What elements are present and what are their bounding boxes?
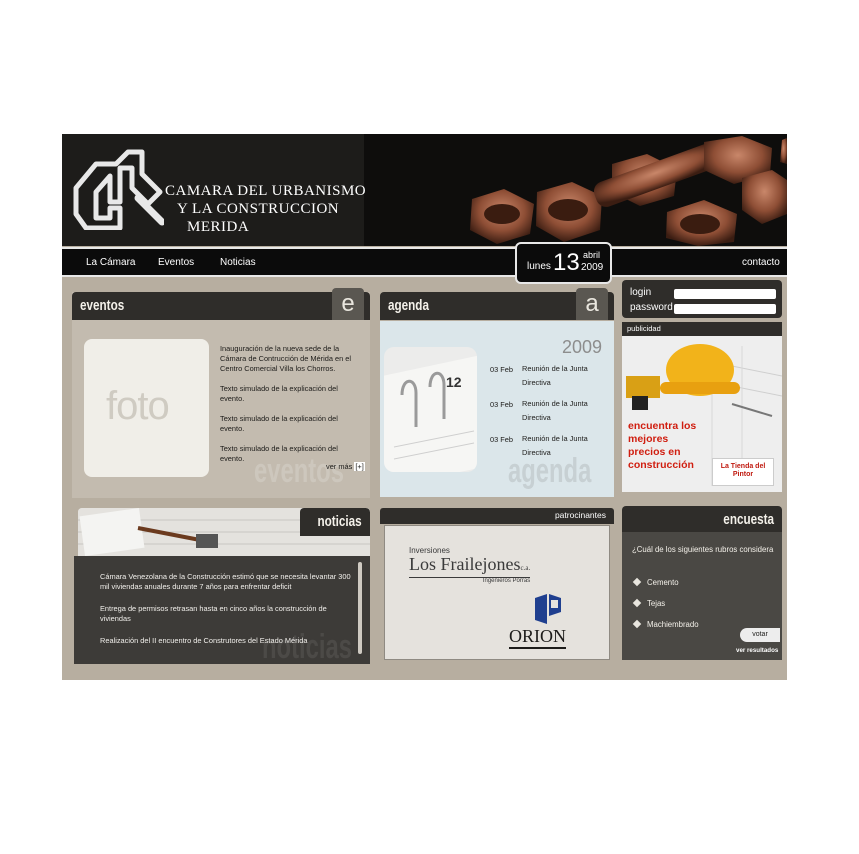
encuesta-option-tejas[interactable]: Tejas (632, 598, 666, 608)
reflection-fade (62, 682, 787, 832)
main-nav: La Cámara Eventos Noticias contacto (62, 247, 787, 277)
news-item-1[interactable]: Cámara Venezolana de la Construcción est… (100, 572, 358, 592)
encuesta-option-cemento[interactable]: Cemento (632, 577, 679, 587)
agenda-date-3: 03 Feb (490, 435, 514, 444)
agenda-header: agenda a (380, 288, 614, 320)
option-label: Cemento (647, 578, 679, 587)
orion-emblem-icon (535, 594, 561, 624)
agenda-date-1: 03 Feb (490, 365, 514, 374)
encuesta-option-machiembrado[interactable]: Machiembrado (632, 619, 699, 629)
calendar-photo: 12 (384, 347, 477, 472)
eventos-letter-icon: e (332, 288, 364, 320)
website-frame: CAMARA DEL URBANISMO Y LA CONSTRUCCION M… (62, 134, 787, 680)
agenda-desc-3[interactable]: Reunión de la Junta Directiva (522, 432, 602, 460)
noticias-header-image: noticias (78, 508, 370, 556)
agenda-title: agenda (388, 297, 429, 314)
date-month: abril (583, 250, 601, 260)
votar-button[interactable]: votar (740, 628, 780, 642)
event-photo-placeholder: foto (84, 339, 209, 477)
nav-contacto[interactable]: contacto (742, 257, 780, 268)
noticias-watermark: noticias (262, 628, 352, 666)
nav-la-camara[interactable]: La Cámara (86, 257, 135, 268)
agenda-desc-2[interactable]: Reunión de la Junta Directiva (522, 397, 602, 425)
encuesta-title: encuesta (723, 511, 774, 528)
svg-text:12: 12 (446, 374, 462, 390)
sponsor1-name: Los Frailejones (409, 554, 521, 574)
encuesta-header: encuesta (622, 506, 782, 534)
publicidad-ad[interactable]: encuentra los mejores precios en constru… (622, 336, 782, 492)
eventos-more-label: ver más (326, 462, 353, 471)
noticias-title: noticias (317, 513, 362, 530)
patrocinantes-panel: Inversiones Los Frailejonesc.a. Ingenier… (384, 525, 610, 660)
eventos-header: eventos e (72, 288, 370, 320)
date-day: 13 (553, 249, 580, 276)
event-item-1[interactable]: Inauguración de la nueva sede de la Cáma… (220, 344, 355, 374)
password-input[interactable] (674, 304, 776, 314)
event-item-3[interactable]: Texto simulado de la explicación del eve… (220, 414, 355, 434)
header-banner: CAMARA DEL URBANISMO Y LA CONSTRUCCION M… (62, 134, 787, 246)
option-label: Tejas (647, 599, 666, 608)
noticias-list: Cámara Venezolana de la Construcción est… (74, 556, 370, 666)
eventos-title: eventos (80, 297, 125, 314)
logo-text: CAMARA DEL URBANISMO Y LA CONSTRUCCION M… (165, 182, 366, 236)
logo-line-1: CAMARA DEL URBANISMO (165, 183, 367, 199)
bullet-icon (632, 577, 642, 587)
eventos-more-link[interactable]: ver más [+] (326, 462, 365, 471)
ver-resultados-link[interactable]: ver resultados (736, 647, 778, 654)
encuesta-question: ¿Cuál de los siguientes rubros considera (632, 545, 774, 554)
date-display: lunes 13 abril 2009 (515, 242, 612, 284)
event-item-2[interactable]: Texto simulado de la explicación del eve… (220, 384, 355, 404)
login-input[interactable] (674, 289, 776, 299)
nav-noticias[interactable]: Noticias (220, 257, 256, 268)
orion-logo[interactable]: ORION (509, 592, 589, 652)
publicidad-header: publicidad (622, 322, 782, 336)
encuesta-panel: ¿Cuál de los siguientes rubros considera… (622, 532, 782, 660)
bolts-banner-image (470, 136, 787, 246)
login-box: login password (622, 280, 782, 318)
date-year: 2009 (581, 262, 604, 273)
ad-text: encuentra los mejores precios en constru… (628, 420, 697, 471)
plus-icon: [+] (354, 462, 365, 471)
logo-line-2: Y LA CONSTRUCCION (177, 201, 340, 217)
page-reflection (62, 682, 787, 832)
login-label: login (630, 287, 652, 298)
foto-label: foto (106, 384, 170, 428)
option-label: Machiembrado (647, 620, 699, 629)
event-item-4[interactable]: Texto simulado de la explicación del eve… (220, 444, 355, 464)
la-tienda-del-pintor-logo: La Tienda del Pintor (712, 458, 774, 486)
patrocinantes-title: patrocinantes (554, 510, 606, 520)
noticias-scrollbar[interactable] (358, 562, 362, 654)
chamber-logo-icon (73, 149, 164, 230)
logo-line-3: MERIDA (187, 219, 250, 235)
agenda-year: 2009 (562, 337, 603, 357)
sponsor2-name: ORION (509, 626, 566, 649)
bullet-icon (632, 598, 642, 608)
agenda-date-2: 03 Feb (490, 400, 514, 409)
agenda-letter-icon: a (576, 288, 608, 320)
news-item-2[interactable]: Entrega de permisos retrasan hasta en ci… (100, 604, 358, 624)
los-frailejones-logo[interactable]: Inversiones Los Frailejonesc.a. Ingenier… (409, 546, 531, 584)
sponsor1-suffix: c.a. (520, 564, 531, 572)
patrocinantes-header: patrocinantes (380, 508, 614, 524)
sponsor1-sub: Ingenieros Porras (409, 577, 531, 584)
password-label: password (630, 302, 673, 313)
logo-area[interactable]: CAMARA DEL URBANISMO Y LA CONSTRUCCION M… (62, 134, 366, 246)
bullet-icon (632, 619, 642, 629)
date-weekday: lunes (527, 261, 551, 272)
nav-eventos[interactable]: Eventos (158, 257, 194, 268)
agenda-desc-1[interactable]: Reunión de la Junta Directiva (522, 362, 602, 390)
calendar-rings-icon: 12 (384, 354, 477, 472)
